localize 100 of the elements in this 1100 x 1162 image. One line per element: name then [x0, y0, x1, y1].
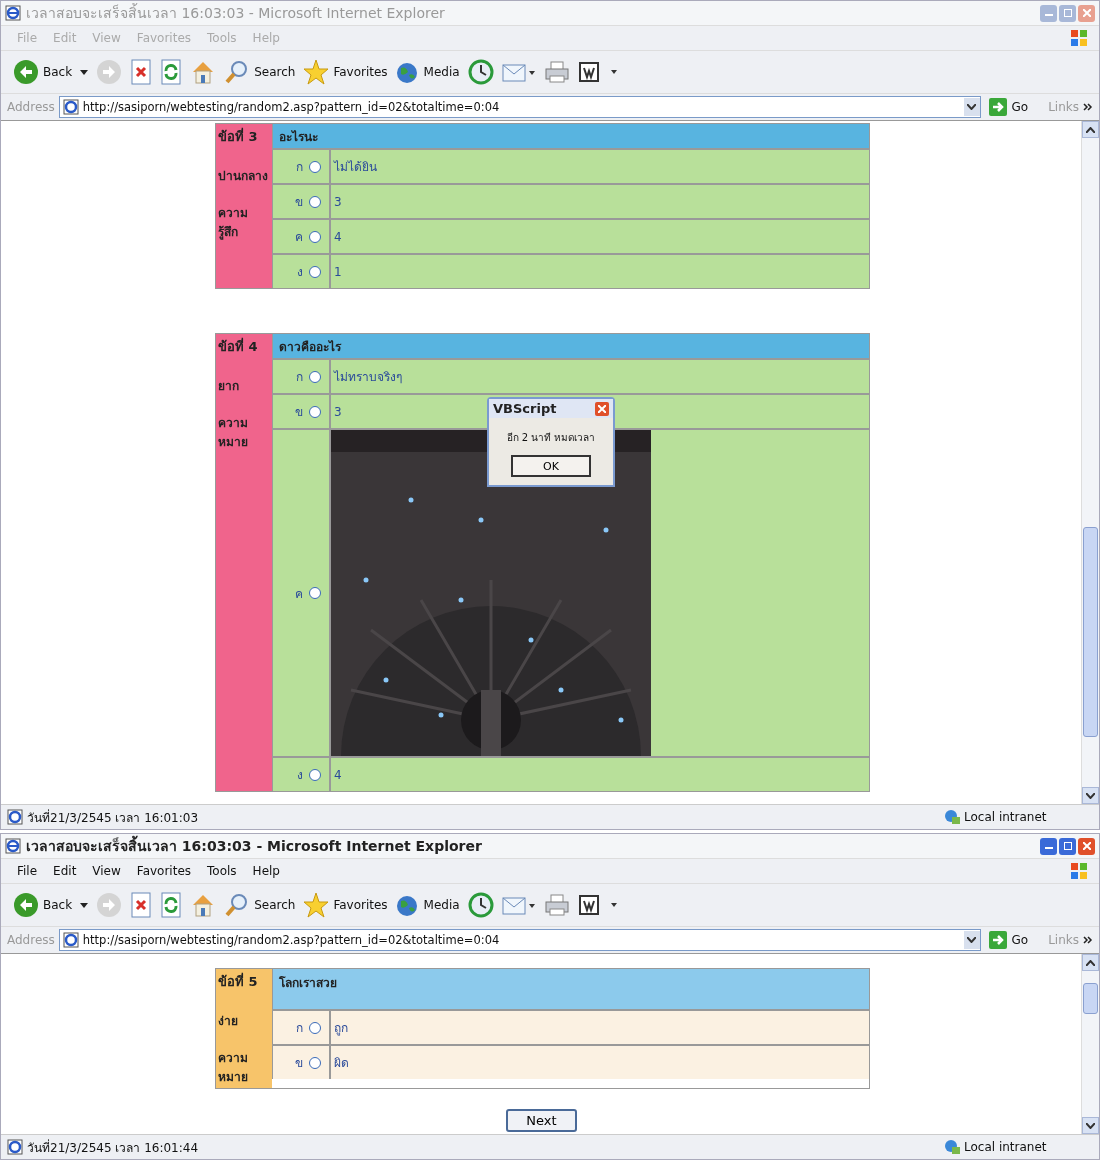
question-text: อะไรนะ: [279, 128, 318, 146]
minimize-button[interactable]: [1040, 837, 1057, 855]
windows-flag-icon: [1069, 28, 1089, 48]
refresh-icon[interactable]: [160, 892, 183, 918]
scroll-up-icon[interactable]: [1086, 126, 1095, 133]
globe-icon[interactable]: [395, 60, 420, 84]
arrow-right-icon: [988, 98, 1007, 116]
menu-item[interactable]: Tools: [201, 864, 243, 878]
option-letter: ก: [296, 1020, 303, 1037]
difficulty-label: ปานกลาง: [218, 168, 269, 185]
stop-icon[interactable]: [130, 59, 153, 85]
scrollbar-thumb[interactable]: [1083, 982, 1098, 1014]
option-letter: ข: [295, 1055, 303, 1072]
scrollbar[interactable]: [1081, 954, 1099, 1134]
close-button[interactable]: [1078, 837, 1095, 855]
radio-button[interactable]: [309, 1021, 321, 1034]
close-icon: [1082, 9, 1091, 17]
media-button[interactable]: Media: [395, 893, 460, 917]
radio-button[interactable]: [309, 405, 321, 418]
address-label: Address: [7, 100, 55, 114]
category-label: ความ รู้สึก: [218, 205, 249, 241]
option-text: 3: [334, 194, 342, 209]
page-icon: [62, 932, 79, 948]
option-letter: ข: [295, 404, 303, 421]
back-button[interactable]: Back: [13, 59, 73, 85]
scroll-down-icon[interactable]: [1086, 792, 1095, 799]
media-button[interactable]: Media: [395, 60, 460, 84]
menu-item[interactable]: Help: [246, 864, 286, 878]
close-button[interactable]: [595, 401, 609, 416]
radio-button[interactable]: [309, 160, 321, 173]
go-button[interactable]: Go: [984, 931, 1045, 949]
menu-item[interactable]: File: [11, 864, 44, 878]
option-text: ไม่ได้ยิน: [334, 159, 377, 176]
page-icon: [62, 99, 79, 115]
refresh-icon[interactable]: [160, 59, 183, 85]
history-icon[interactable]: [467, 59, 494, 85]
star-icon[interactable]: [303, 892, 330, 918]
option-text: 4: [334, 229, 342, 244]
scrollbar-thumb[interactable]: [1083, 527, 1098, 738]
edit-icon[interactable]: [577, 61, 620, 83]
menu-item[interactable]: Favorites: [130, 864, 198, 878]
network-globe-icon: [943, 1139, 961, 1155]
scrollbar[interactable]: [1081, 121, 1099, 804]
scroll-up-icon[interactable]: [1086, 959, 1095, 966]
radio-button[interactable]: [309, 587, 321, 599]
star-icon[interactable]: [303, 59, 330, 85]
ok-button[interactable]: OK: [511, 455, 591, 477]
dropdown-button[interactable]: [963, 931, 980, 949]
option-text: 1: [334, 264, 342, 279]
dropdown-caret-icon[interactable]: [80, 902, 89, 908]
option-letter: ค: [295, 585, 303, 603]
question-number: ข้อที่ 5: [218, 971, 259, 991]
address-label: Address: [7, 933, 55, 947]
back-button[interactable]: Back: [13, 892, 73, 918]
category-label: ความ หมาย: [218, 415, 249, 451]
maximize-icon: [1063, 9, 1072, 17]
history-icon[interactable]: [467, 892, 494, 918]
difficulty-label: ง่าย: [218, 1013, 239, 1030]
question-number: ข้อที่ 3: [218, 126, 259, 146]
address-field[interactable]: http://sasiporn/webtesting/random2.asp?pattern_id=02&totaltime=0:04: [58, 929, 981, 951]
radio-button[interactable]: [309, 768, 321, 781]
radio-button[interactable]: [309, 230, 321, 243]
chevron-down-icon: [967, 937, 977, 943]
scroll-down-icon[interactable]: [1086, 1122, 1095, 1129]
globe-icon[interactable]: [395, 893, 420, 917]
search-button[interactable]: Search: [224, 892, 296, 918]
dropdown-caret-icon[interactable]: [80, 69, 89, 75]
dropdown-button[interactable]: [963, 98, 980, 116]
stop-icon[interactable]: [130, 892, 153, 918]
chevron-down-icon: [967, 104, 977, 110]
printer-icon[interactable]: [543, 893, 570, 917]
menu-item[interactable]: Edit: [47, 864, 83, 878]
radio-button[interactable]: [309, 370, 321, 383]
menu-item[interactable]: View: [86, 864, 127, 878]
arrow-right-icon: [988, 931, 1007, 949]
dialog-message: อีก 2 นาที หมดเวลา: [506, 431, 596, 445]
edit-icon[interactable]: [577, 894, 620, 916]
maximize-button[interactable]: [1059, 837, 1076, 855]
option-letter: ง: [297, 264, 303, 281]
option-letter: ง: [297, 767, 303, 784]
radio-button[interactable]: [309, 265, 321, 278]
zone-label: Local intranet: [964, 1140, 1047, 1154]
chevron-right-icon[interactable]: [1083, 936, 1093, 944]
next-button[interactable]: Next: [506, 1109, 577, 1132]
option-letter: ก: [296, 369, 303, 386]
address-field[interactable]: http://sasiporn/webtesting/random2.asp?pattern_id=02&totaltime=0:04: [58, 96, 981, 118]
network-globe-icon: [943, 809, 961, 825]
radio-button[interactable]: [309, 1056, 321, 1069]
dialog-title: VBScript: [493, 401, 557, 416]
option-text: 3: [334, 404, 342, 419]
maximize-icon: [1063, 842, 1072, 850]
close-icon: [598, 404, 606, 413]
option-letter: ก: [296, 159, 303, 176]
printer-icon[interactable]: [543, 60, 570, 84]
favorites-button[interactable]: Favorites: [303, 59, 388, 85]
radio-button[interactable]: [309, 195, 321, 208]
favorites-button[interactable]: Favorites: [303, 892, 388, 918]
search-button[interactable]: Search: [224, 59, 296, 85]
go-button[interactable]: Go: [984, 98, 1045, 116]
chevron-right-icon[interactable]: [1083, 103, 1093, 111]
